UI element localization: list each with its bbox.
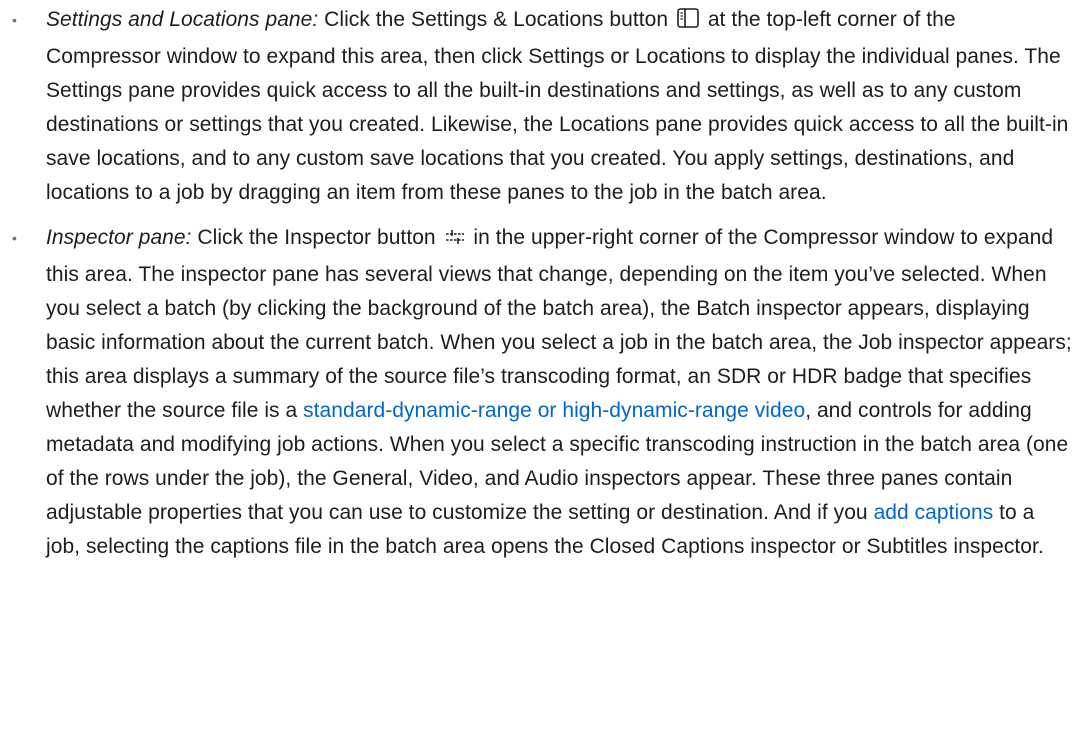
sidebar-toggle-icon	[676, 6, 700, 40]
list-item-settings-locations: • Settings and Locations pane: Click the…	[0, 0, 1084, 210]
link-add-captions[interactable]: add captions	[874, 501, 994, 524]
bullet-marker: •	[12, 12, 17, 28]
bullet-marker: •	[12, 230, 17, 246]
list-item-inspector: • Inspector pane: Click the Inspector bu…	[0, 221, 1084, 564]
body-text: in the upper-right corner of the Compres…	[46, 226, 1072, 422]
body-text: at the top-left corner of the Compressor…	[46, 8, 1069, 204]
link-sdr-hdr-video[interactable]: standard-dynamic-range or high-dynamic-r…	[303, 399, 805, 422]
body-text: Click the Inspector button	[191, 226, 442, 249]
inspector-sliders-icon	[444, 224, 466, 258]
bullet-list: • Settings and Locations pane: Click the…	[0, 0, 1084, 564]
help-document: • Settings and Locations pane: Click the…	[0, 0, 1084, 740]
term-inspector-pane: Inspector pane:	[46, 226, 192, 249]
term-settings-locations-pane: Settings and Locations pane:	[46, 8, 319, 31]
body-text: Click the Settings & Locations button	[318, 8, 674, 31]
